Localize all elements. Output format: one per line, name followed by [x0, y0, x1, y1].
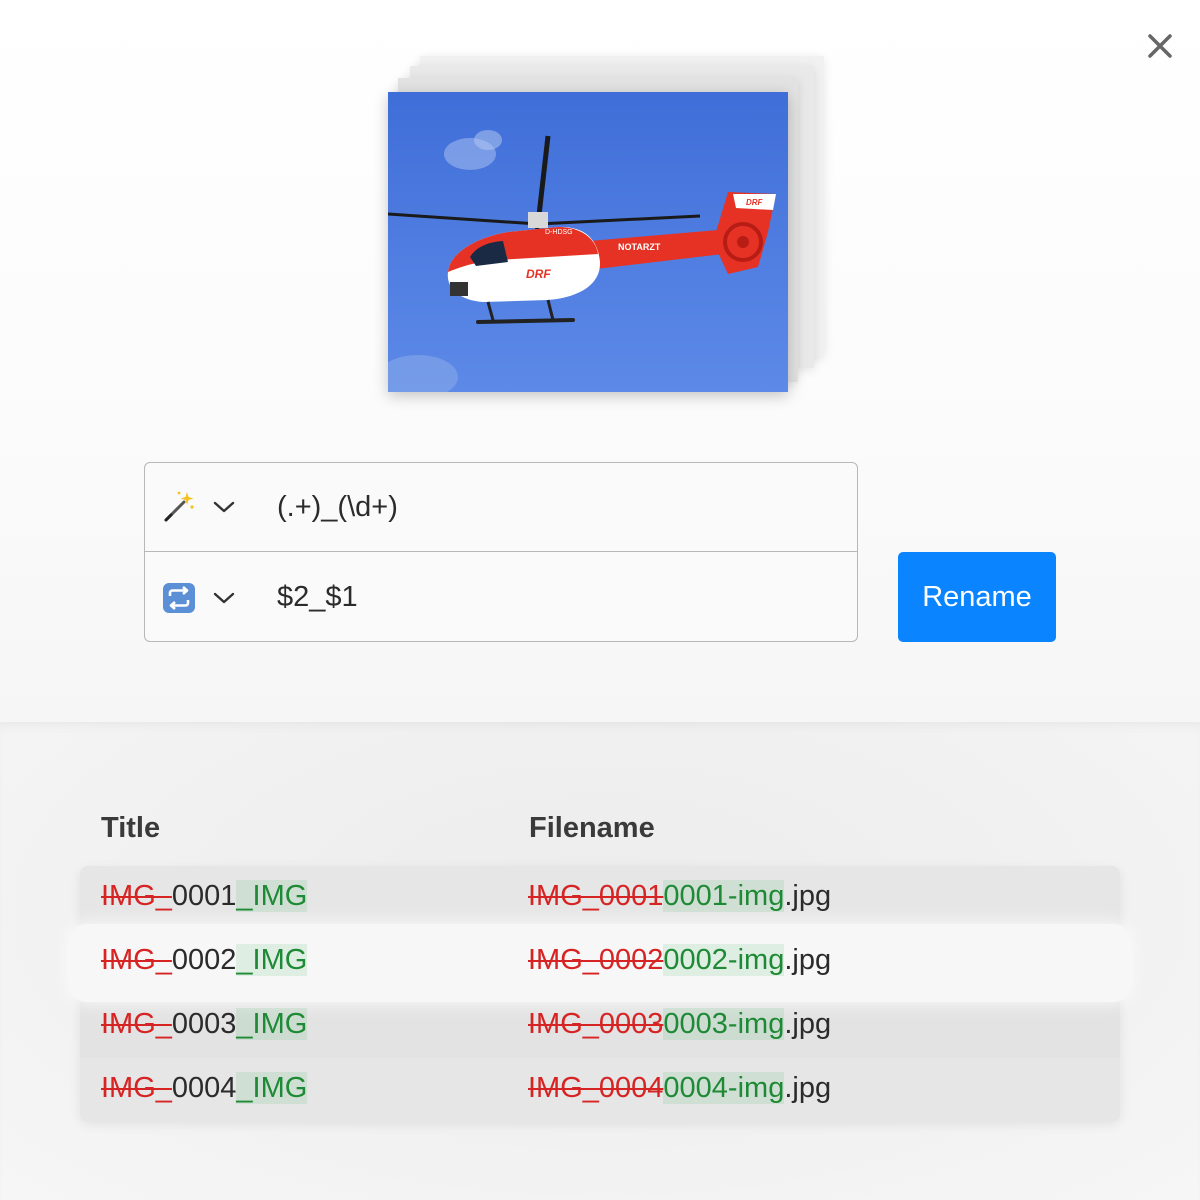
replace-row [145, 553, 857, 642]
file-extension: .jpg [784, 880, 832, 912]
find-mode-dropdown[interactable] [213, 463, 249, 551]
find-input[interactable] [249, 463, 857, 551]
added-text: 0004-img [663, 1072, 785, 1104]
added-text: _IMG [236, 880, 308, 912]
preview-image: NOTARZT DRF DRF D-HDSG [388, 92, 788, 392]
kept-text: 0003 [171, 1008, 237, 1040]
deleted-text: IMG_ [101, 944, 172, 976]
title-cell: IMG_0003_IMG [101, 1008, 308, 1041]
rotor-text: D-HDSG [545, 229, 573, 236]
find-row [145, 463, 857, 552]
title-cell: IMG_0004_IMG [101, 1072, 308, 1105]
rename-button[interactable]: Rename [898, 552, 1056, 642]
chevron-down-icon [213, 592, 235, 603]
file-extension: .jpg [784, 1072, 832, 1104]
added-text: _IMG [236, 944, 308, 976]
filename-cell: IMG_00040004-img.jpg [528, 1072, 831, 1105]
deleted-text: IMG_ [101, 880, 172, 912]
added-text: 0002-img [663, 944, 785, 976]
tail-boom-text: NOTARZT [618, 242, 661, 252]
added-text: _IMG [236, 1008, 308, 1040]
filename-cell: IMG_00030003-img.jpg [528, 1008, 831, 1041]
rename-form [144, 462, 858, 642]
close-button[interactable] [1142, 28, 1178, 64]
deleted-text: IMG_ [101, 1008, 172, 1040]
deleted-text: IMG_0001 [528, 880, 664, 912]
column-header-filename: Filename [529, 812, 655, 844]
title-cell: IMG_0002_IMG [101, 944, 308, 977]
file-extension: .jpg [784, 944, 832, 976]
file-extension: .jpg [784, 1008, 832, 1040]
body-logo: DRF [526, 267, 551, 281]
added-text: 0001-img [663, 880, 785, 912]
repeat-icon [145, 553, 213, 642]
close-icon [1148, 34, 1172, 58]
replace-mode-dropdown[interactable] [213, 553, 249, 642]
filename-cell: IMG_00010001-img.jpg [528, 880, 831, 913]
title-cell: IMG_0001_IMG [101, 880, 308, 913]
chevron-down-icon [213, 501, 235, 513]
deleted-text: IMG_0002 [528, 944, 664, 976]
magic-wand-icon [145, 463, 213, 551]
kept-text: 0001 [171, 880, 237, 912]
kept-text: 0004 [171, 1072, 237, 1104]
kept-text: 0002 [171, 944, 237, 976]
added-text: 0003-img [663, 1008, 785, 1040]
deleted-text: IMG_0003 [528, 1008, 664, 1040]
tail-logo: DRF [746, 198, 764, 207]
filename-cell: IMG_00020002-img.jpg [528, 944, 831, 977]
deleted-text: IMG_ [101, 1072, 172, 1104]
column-header-title: Title [101, 812, 161, 844]
replace-input[interactable] [249, 553, 857, 642]
deleted-text: IMG_0004 [528, 1072, 664, 1104]
added-text: _IMG [236, 1072, 308, 1104]
